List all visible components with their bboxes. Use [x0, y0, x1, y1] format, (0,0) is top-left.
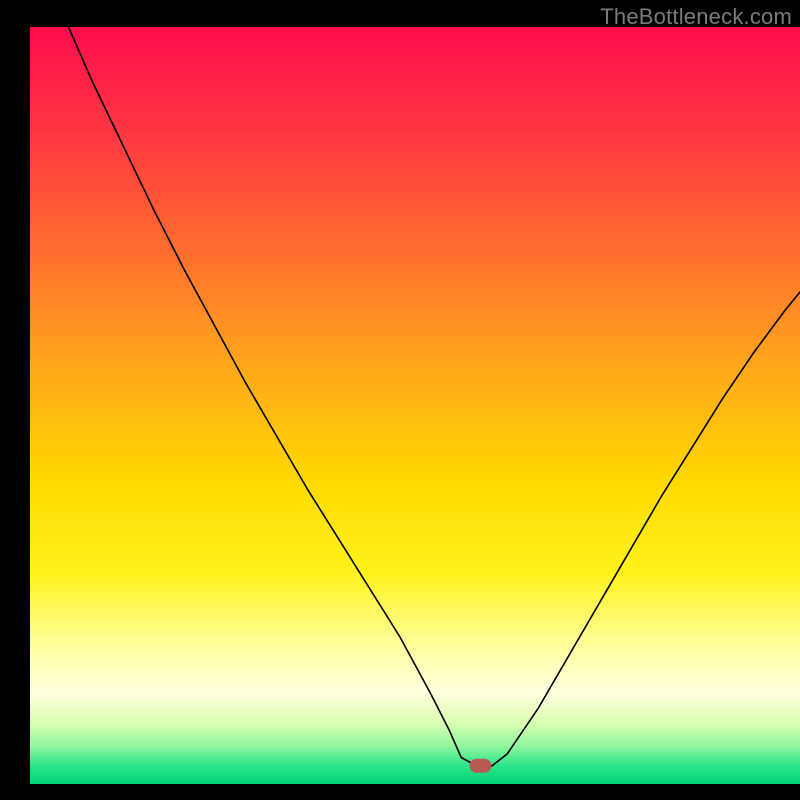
optimum-marker: [469, 759, 491, 773]
plot-background: [30, 27, 800, 784]
chart-canvas: [0, 0, 800, 800]
bottleneck-chart: TheBottleneck.com: [0, 0, 800, 800]
watermark-text: TheBottleneck.com: [600, 4, 792, 30]
